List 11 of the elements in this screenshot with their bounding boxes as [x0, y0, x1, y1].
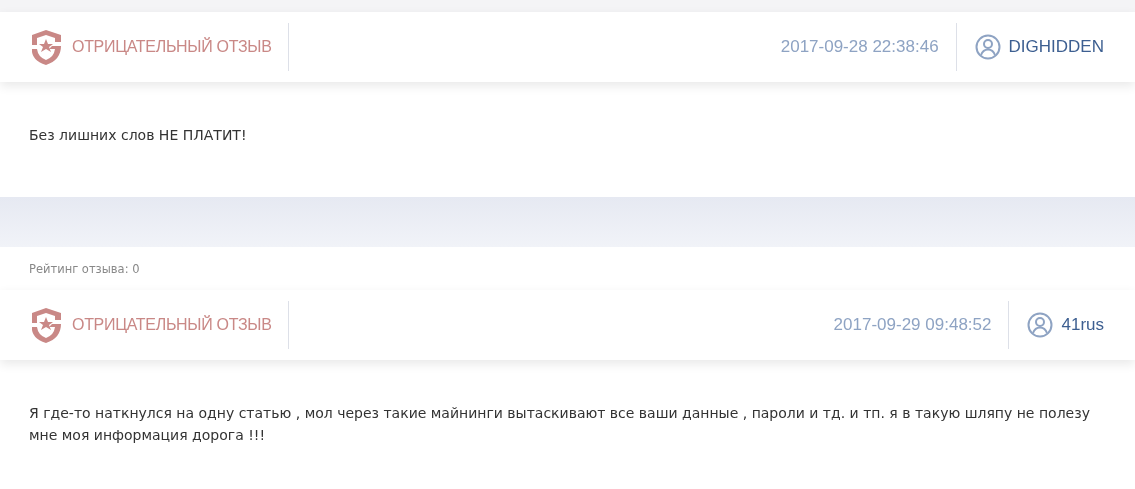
username-link[interactable]: DIGHIDDEN	[1008, 34, 1104, 60]
review-rating: Рейтинг отзыва: 0	[29, 262, 140, 276]
review-date: 2017-09-28 22:38:46	[780, 36, 939, 59]
user-icon	[1027, 312, 1054, 338]
user-icon	[974, 34, 1001, 60]
review-text: Без лишних слов НЕ ПЛАТИТ!	[29, 126, 248, 145]
review-type-label: ОТРИЦАТЕЛЬНЫЙ ОТЗЫВ	[72, 36, 272, 57]
review-type-label: ОТРИЦАТЕЛЬНЫЙ ОТЗЫВ	[72, 314, 272, 335]
review-date: 2017-09-29 09:48:52	[833, 314, 992, 337]
username-link[interactable]: 41rus	[1061, 312, 1104, 338]
review-text: Я где-то наткнулся на одну статью , мол через такие майнинги вытаскивают все ваши данные , пароли и тд. и тп. я в такую шляпу не полезу мне моя информация дорога !!!	[29, 404, 1091, 446]
